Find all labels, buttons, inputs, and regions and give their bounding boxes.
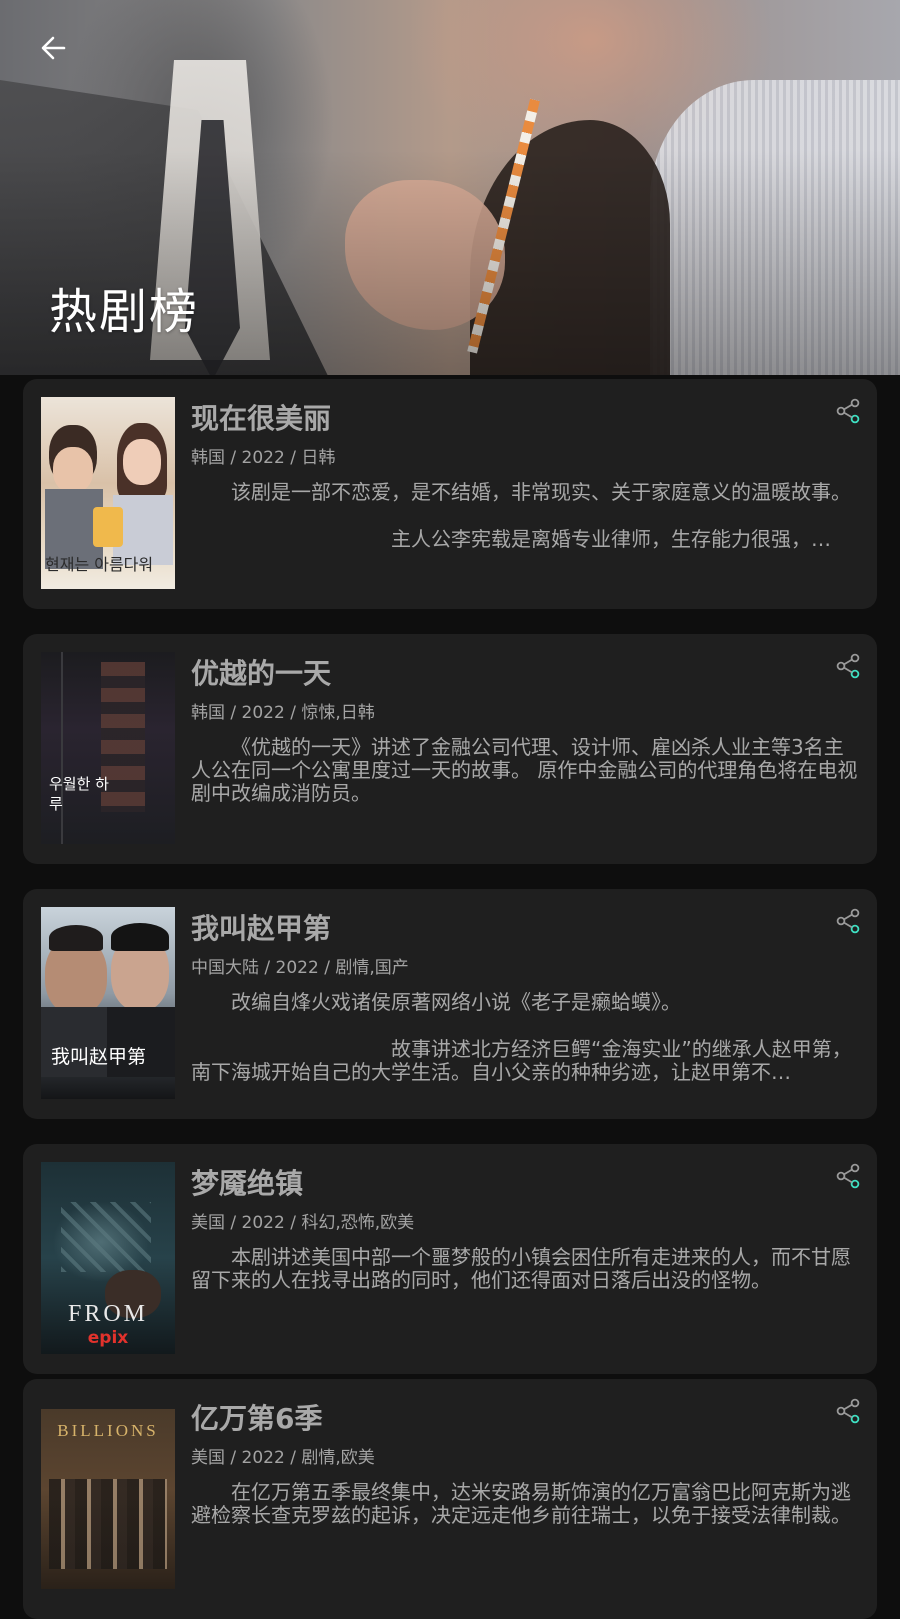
share-button[interactable] <box>835 397 863 425</box>
drama-description-p1: 《优越的一天》讲述了金融公司代理、设计师、雇凶杀人业主等3名主人公在同一个公寓里… <box>191 735 858 805</box>
drama-meta: 美国 / 2022 / 剧情,欧美 <box>191 1448 375 1468</box>
drama-description-p1: 改编自烽火戏诸侯原著网络小说《老子是癞蛤蟆》。 <box>231 990 681 1014</box>
poster-network: epix <box>87 1328 129 1348</box>
drama-card[interactable]: 현재는 아름다워 现在很美丽 韩国 / 2022 / 日韩 该剧是一部不恋爱，是… <box>23 379 877 609</box>
drama-meta: 韩国 / 2022 / 惊悚,日韩 <box>191 703 375 723</box>
drama-poster[interactable]: 我叫赵甲第 <box>41 907 175 1099</box>
arrow-left-icon <box>41 36 66 60</box>
drama-card[interactable]: 我叫赵甲第 我叫赵甲第 中国大陆 / 2022 / 剧情,国产 改编自烽火戏诸侯… <box>23 889 877 1119</box>
drama-title: 我叫赵甲第 <box>191 912 332 945</box>
drama-meta: 中国大陆 / 2022 / 剧情,国产 <box>191 958 409 978</box>
drama-description: 该剧是一部不恋爱，是不结婚，非常现实、关于家庭意义的温暖故事。 主人公李宪载是离… <box>191 481 859 551</box>
share-button[interactable] <box>835 1162 863 1190</box>
drama-description-p2: 故事讲述北方经济巨鳄“金海实业”的继承人赵甲第，南下海城开始自己的大学生活。自小… <box>191 1038 852 1084</box>
back-button[interactable] <box>36 30 72 66</box>
drama-card[interactable]: 우월한 하루 优越的一天 韩国 / 2022 / 惊悚,日韩 《优越的一天》讲述… <box>23 634 877 864</box>
share-button[interactable] <box>835 1397 863 1425</box>
share-icon <box>836 398 860 424</box>
poster-title: BILLIONS <box>57 1421 159 1440</box>
drama-description-p1: 该剧是一部不恋爱，是不结婚，非常现实、关于家庭意义的温暖故事。 <box>231 480 851 504</box>
share-icon <box>836 1163 860 1189</box>
drama-description: 《优越的一天》讲述了金融公司代理、设计师、雇凶杀人业主等3名主人公在同一个公寓里… <box>191 736 859 805</box>
poster-title: 현재는 아름다워 <box>45 555 154 574</box>
hero-banner: 热剧榜 <box>0 0 900 375</box>
drama-description-p1: 本剧讲述美国中部一个噩梦般的小镇会困住所有走进来的人，而不甘愿留下来的人在找寻出… <box>191 1245 851 1292</box>
share-button[interactable] <box>835 652 863 680</box>
drama-description-p1: 在亿万第五季最终集中，达米安路易斯饰演的亿万富翁巴比阿克斯为逃避检察长查克罗兹的… <box>191 1480 851 1527</box>
drama-title: 梦魇绝镇 <box>191 1167 304 1200</box>
share-icon <box>836 908 860 934</box>
share-button[interactable] <box>835 907 863 935</box>
drama-poster[interactable]: BILLIONS <box>41 1409 175 1589</box>
drama-poster[interactable]: FROM epix <box>41 1162 175 1354</box>
drama-description: 改编自烽火戏诸侯原著网络小说《老子是癞蛤蟆》。 故事讲述北方经济巨鳄“金海实业”… <box>191 991 859 1084</box>
drama-card[interactable]: BILLIONS 亿万第6季 美国 / 2022 / 剧情,欧美 在亿万第五季最… <box>23 1379 877 1619</box>
drama-meta: 美国 / 2022 / 科幻,恐怖,欧美 <box>191 1213 415 1233</box>
drama-meta: 韩国 / 2022 / 日韩 <box>191 448 336 468</box>
share-icon <box>836 653 860 679</box>
drama-description: 在亿万第五季最终集中，达米安路易斯饰演的亿万富翁巴比阿克斯为逃避检察长查克罗兹的… <box>191 1481 859 1527</box>
drama-poster[interactable]: 우월한 하루 <box>41 652 175 844</box>
poster-title: 我叫赵甲第 <box>51 1046 147 1068</box>
drama-description: 本剧讲述美国中部一个噩梦般的小镇会困住所有走进来的人，而不甘愿留下来的人在找寻出… <box>191 1246 859 1292</box>
drama-title: 现在很美丽 <box>191 402 332 435</box>
drama-title: 亿万第6季 <box>191 1402 323 1435</box>
drama-poster[interactable]: 현재는 아름다워 <box>41 397 175 589</box>
poster-title: FROM <box>67 1301 149 1327</box>
drama-description-p2: 主人公李宪载是离婚专业律师，生存能力很强，… <box>391 528 831 551</box>
poster-title: 우월한 하루 <box>49 775 109 813</box>
drama-card[interactable]: FROM epix 梦魇绝镇 美国 / 2022 / 科幻,恐怖,欧美 本剧讲述… <box>23 1144 877 1374</box>
page-title: 热剧榜 <box>49 284 200 340</box>
share-icon <box>836 1398 860 1424</box>
drama-title: 优越的一天 <box>191 657 332 690</box>
